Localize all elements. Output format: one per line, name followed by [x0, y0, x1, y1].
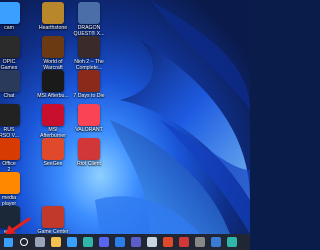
- desktop-icon-label: Chat: [3, 93, 15, 99]
- msi-afterburner-icon: [42, 104, 64, 126]
- search-button[interactable]: [16, 234, 32, 250]
- desktop-icon[interactable]: cam: [0, 2, 32, 31]
- app-icon: [195, 237, 205, 247]
- desktop-icon-label: VALORANT: [75, 127, 103, 133]
- app-button-1[interactable]: [160, 234, 176, 250]
- app-icon: [227, 237, 237, 247]
- desktop-icon[interactable]: DRAGON QUEST® X...: [66, 2, 112, 37]
- hearthstone-icon: [42, 2, 64, 24]
- desktop-icon-label: Riot Client: [77, 161, 101, 167]
- windows-logo-icon: [3, 237, 13, 247]
- app-button-4[interactable]: [208, 234, 224, 250]
- desktop-icon[interactable]: Game Center: [30, 206, 76, 234]
- store-icon: [67, 237, 77, 247]
- msi-afterburner-small-icon: [42, 70, 64, 92]
- desktop: cam Hearthstone DRAGON QUEST® X... OPIC Gam…: [0, 0, 250, 234]
- app-icon: [163, 237, 173, 247]
- app-button-5[interactable]: [224, 234, 240, 250]
- office-icon: [0, 138, 20, 160]
- desktop-icon-label: 7 Days to Die: [73, 93, 105, 99]
- folder-icon: [51, 237, 61, 247]
- world-of-warcraft-icon: [42, 36, 64, 58]
- chat-icon: [0, 70, 20, 92]
- desktop-icon[interactable]: RUS RSO V...: [0, 104, 32, 139]
- desktop-icon-label: MSI Afterbu...: [37, 93, 69, 99]
- discord-button[interactable]: [96, 234, 112, 250]
- asus-rog-icon: [0, 104, 20, 126]
- app-button-2[interactable]: [176, 234, 192, 250]
- game-center-icon: [42, 206, 64, 228]
- desktop-icon[interactable]: 7 Days to Die: [66, 70, 112, 99]
- app-icon: [211, 237, 221, 247]
- taskbar: [0, 234, 250, 250]
- valorant-icon: [78, 104, 100, 126]
- desktop-icon[interactable]: VALORANT: [66, 104, 112, 133]
- desktop-icon[interactable]: media player: [0, 172, 32, 207]
- discord-icon: [99, 237, 109, 247]
- steam-taskbar-button[interactable]: [144, 234, 160, 250]
- desktop-icon[interactable]: Riot Client: [66, 138, 112, 167]
- desktop-icon[interactable]: Chat: [0, 70, 32, 99]
- 7-days-to-die-icon: [78, 70, 100, 92]
- desktop-icon-label: cam: [4, 25, 14, 31]
- app-icon: [179, 237, 189, 247]
- file-explorer-button[interactable]: [48, 234, 64, 250]
- nioh-2-icon: [78, 36, 100, 58]
- seegee-icon: [42, 138, 64, 160]
- steam-icon: [147, 237, 157, 247]
- epic-games-launcher-icon: [0, 36, 20, 58]
- task-view-icon: [35, 237, 45, 247]
- desktop-icon-label: Hearthstone: [38, 25, 68, 31]
- store-button[interactable]: [64, 234, 80, 250]
- task-view-button[interactable]: [32, 234, 48, 250]
- cam-app-icon: [0, 2, 20, 24]
- teams-icon: [131, 237, 141, 247]
- mail-icon: [115, 237, 125, 247]
- search-icon: [20, 238, 28, 246]
- dragon-quest-icon: [78, 2, 100, 24]
- edge-button[interactable]: [80, 234, 96, 250]
- app-button-3[interactable]: [192, 234, 208, 250]
- teams-button[interactable]: [128, 234, 144, 250]
- desktop-icon-label: SeeGee: [43, 161, 63, 167]
- desktop-icon[interactable]: Office 2: [0, 138, 32, 173]
- start-button[interactable]: [0, 234, 16, 250]
- riot-client-icon: [78, 138, 100, 160]
- red-arrow-annotation: [5, 217, 31, 234]
- vlc-media-player-icon: [0, 172, 20, 194]
- edge-icon: [83, 237, 93, 247]
- mail-button[interactable]: [112, 234, 128, 250]
- desktop-icon[interactable]: Nioh 2 – The Complete...: [66, 36, 112, 71]
